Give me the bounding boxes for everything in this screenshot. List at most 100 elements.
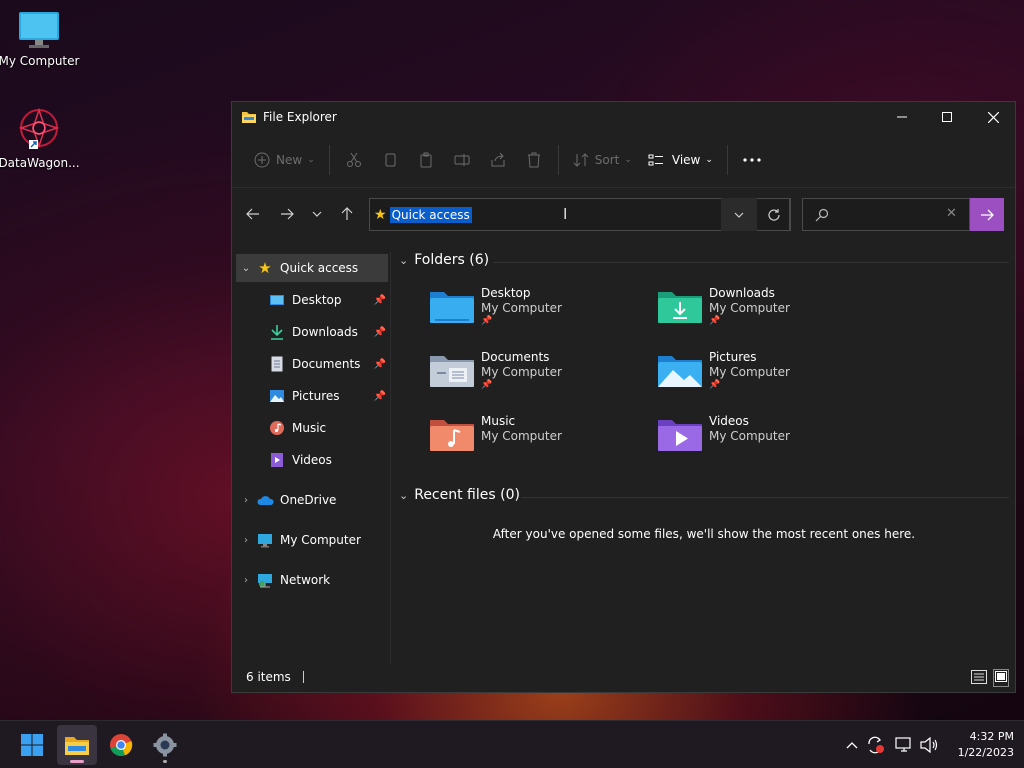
music-icon	[268, 419, 286, 437]
sidebar-item-label: Pictures	[292, 389, 340, 403]
sidebar-item-label: Videos	[292, 453, 332, 467]
clear-search-icon[interactable]: ✕	[946, 206, 957, 221]
search-box[interactable]: ✕	[802, 198, 970, 231]
network-status-button[interactable]	[892, 721, 916, 768]
maximize-button[interactable]	[924, 102, 970, 132]
folder-tile-desktop[interactable]: Desktop My Computer 📌	[429, 286, 649, 338]
title-bar[interactable]: File Explorer	[232, 102, 1015, 132]
recent-locations-button[interactable]	[304, 198, 330, 230]
sidebar-item-label: Documents	[292, 357, 361, 371]
arrow-up-icon	[341, 207, 353, 220]
view-button[interactable]: View ⌄	[640, 144, 721, 176]
copy-button[interactable]	[372, 144, 408, 176]
paste-button[interactable]	[408, 144, 444, 176]
sidebar-item-my-computer[interactable]: › My Computer	[236, 526, 388, 554]
chrome-icon	[110, 734, 133, 757]
sort-button[interactable]: Sort ⌄	[565, 144, 640, 176]
chevron-down-icon: ⌄	[399, 253, 409, 267]
clock-date: 1/22/2023	[957, 746, 1014, 759]
folder-tile-documents[interactable]: Documents My Computer 📌	[429, 350, 649, 402]
up-button[interactable]	[330, 198, 364, 230]
pin-icon[interactable]: 📌	[374, 327, 386, 338]
refresh-icon	[767, 208, 780, 221]
view-label: View	[671, 152, 701, 167]
details-view-icon	[971, 670, 987, 684]
pin-icon[interactable]: 📌	[374, 391, 386, 402]
chevron-down-icon: ⌄	[307, 154, 315, 165]
sidebar-item-label: Network	[280, 573, 331, 587]
folder-tile-downloads[interactable]: Downloads My Computer 📌	[657, 286, 877, 338]
star-icon: ★	[374, 206, 387, 223]
sidebar-item-network[interactable]: › Network	[236, 566, 388, 594]
recent-files-section-header[interactable]: ⌄ Recent files (0)	[399, 487, 520, 503]
folder-tile-pictures[interactable]: Pictures My Computer 📌	[657, 350, 877, 402]
share-icon	[491, 152, 505, 166]
chevron-right-icon: ›	[244, 534, 248, 546]
volume-button[interactable]	[918, 721, 940, 768]
search-go-button[interactable]	[970, 198, 1004, 231]
sidebar-item-videos[interactable]: Videos	[236, 446, 388, 474]
sidebar-item-downloads[interactable]: Downloads 📌	[236, 318, 388, 346]
forward-button[interactable]	[270, 198, 304, 230]
share-button[interactable]	[480, 144, 516, 176]
folder-icon	[242, 112, 256, 123]
pin-icon[interactable]: 📌	[374, 359, 386, 370]
datawagon-logo-icon	[18, 107, 60, 149]
sidebar-item-quick-access[interactable]: ⌄ ★ Quick access	[236, 254, 388, 282]
address-text: Quick access	[389, 206, 472, 223]
folder-name: Videos	[709, 414, 749, 428]
rename-icon	[454, 153, 470, 166]
status-divider	[302, 671, 304, 683]
back-button[interactable]	[236, 198, 270, 230]
pin-icon: 📌	[481, 316, 493, 326]
sidebar-item-onedrive[interactable]: › OneDrive	[236, 486, 388, 514]
new-button[interactable]: New ⌄	[246, 144, 323, 176]
search-icon	[815, 208, 829, 222]
more-options-button[interactable]	[734, 144, 770, 176]
folder-location: My Computer	[481, 429, 562, 443]
view-list-icon	[648, 154, 663, 165]
minimize-button[interactable]	[879, 102, 925, 132]
refresh-button[interactable]	[757, 198, 791, 231]
folders-section-header[interactable]: ⌄ Folders (6)	[399, 252, 489, 268]
sync-icon	[868, 736, 884, 754]
taskbar-settings[interactable]	[145, 725, 185, 765]
cut-button[interactable]	[336, 144, 372, 176]
speaker-icon	[920, 737, 938, 753]
sidebar-item-documents[interactable]: Documents 📌	[236, 350, 388, 378]
chevron-up-icon	[846, 742, 858, 749]
taskbar-file-explorer[interactable]	[57, 725, 97, 765]
delete-button[interactable]	[516, 144, 552, 176]
taskbar-chrome[interactable]	[101, 725, 141, 765]
recent-files-empty-message: After you've opened some files, we'll sh…	[492, 527, 916, 541]
sync-status-button[interactable]	[864, 721, 888, 768]
tiles-view-button[interactable]	[993, 669, 1009, 687]
chevron-down-icon: ⌄	[705, 154, 713, 165]
desktop-icon-my-computer[interactable]: My Computer	[0, 10, 79, 68]
rename-button[interactable]	[444, 144, 480, 176]
show-hidden-icons-button[interactable]	[842, 721, 862, 768]
folder-tile-music[interactable]: Music My Computer	[429, 414, 649, 466]
sidebar-item-music[interactable]: Music	[236, 414, 388, 442]
sidebar-item-label: My Computer	[280, 533, 361, 547]
sidebar-item-desktop[interactable]: Desktop 📌	[236, 286, 388, 314]
command-bar: New ⌄ Sort ⌄ View ⌄	[232, 132, 1015, 188]
toolbar-separator	[328, 144, 330, 175]
details-view-button[interactable]	[971, 670, 987, 687]
close-button[interactable]	[970, 102, 1016, 132]
clock[interactable]: 4:32 PM 1/22/2023	[944, 721, 1014, 768]
cloud-icon	[256, 491, 274, 509]
section-divider	[521, 497, 1009, 498]
pictures-folder-icon	[658, 356, 702, 387]
pin-icon: 📌	[481, 380, 493, 390]
pin-icon[interactable]: 📌	[374, 295, 386, 306]
address-dropdown-button[interactable]	[721, 198, 757, 231]
sidebar-item-pictures[interactable]: Pictures 📌	[236, 382, 388, 410]
desktop-icon-datawagon[interactable]: DataWagon...	[0, 106, 80, 170]
tiles-view-icon	[995, 671, 1007, 682]
folder-tile-videos[interactable]: Videos My Computer	[657, 414, 877, 466]
start-button[interactable]	[12, 725, 52, 765]
chevron-down-icon: ⌄	[241, 262, 251, 274]
navigation-bar: ★ Quick access I ✕	[232, 188, 1015, 240]
sidebar-item-label: Music	[292, 421, 327, 435]
